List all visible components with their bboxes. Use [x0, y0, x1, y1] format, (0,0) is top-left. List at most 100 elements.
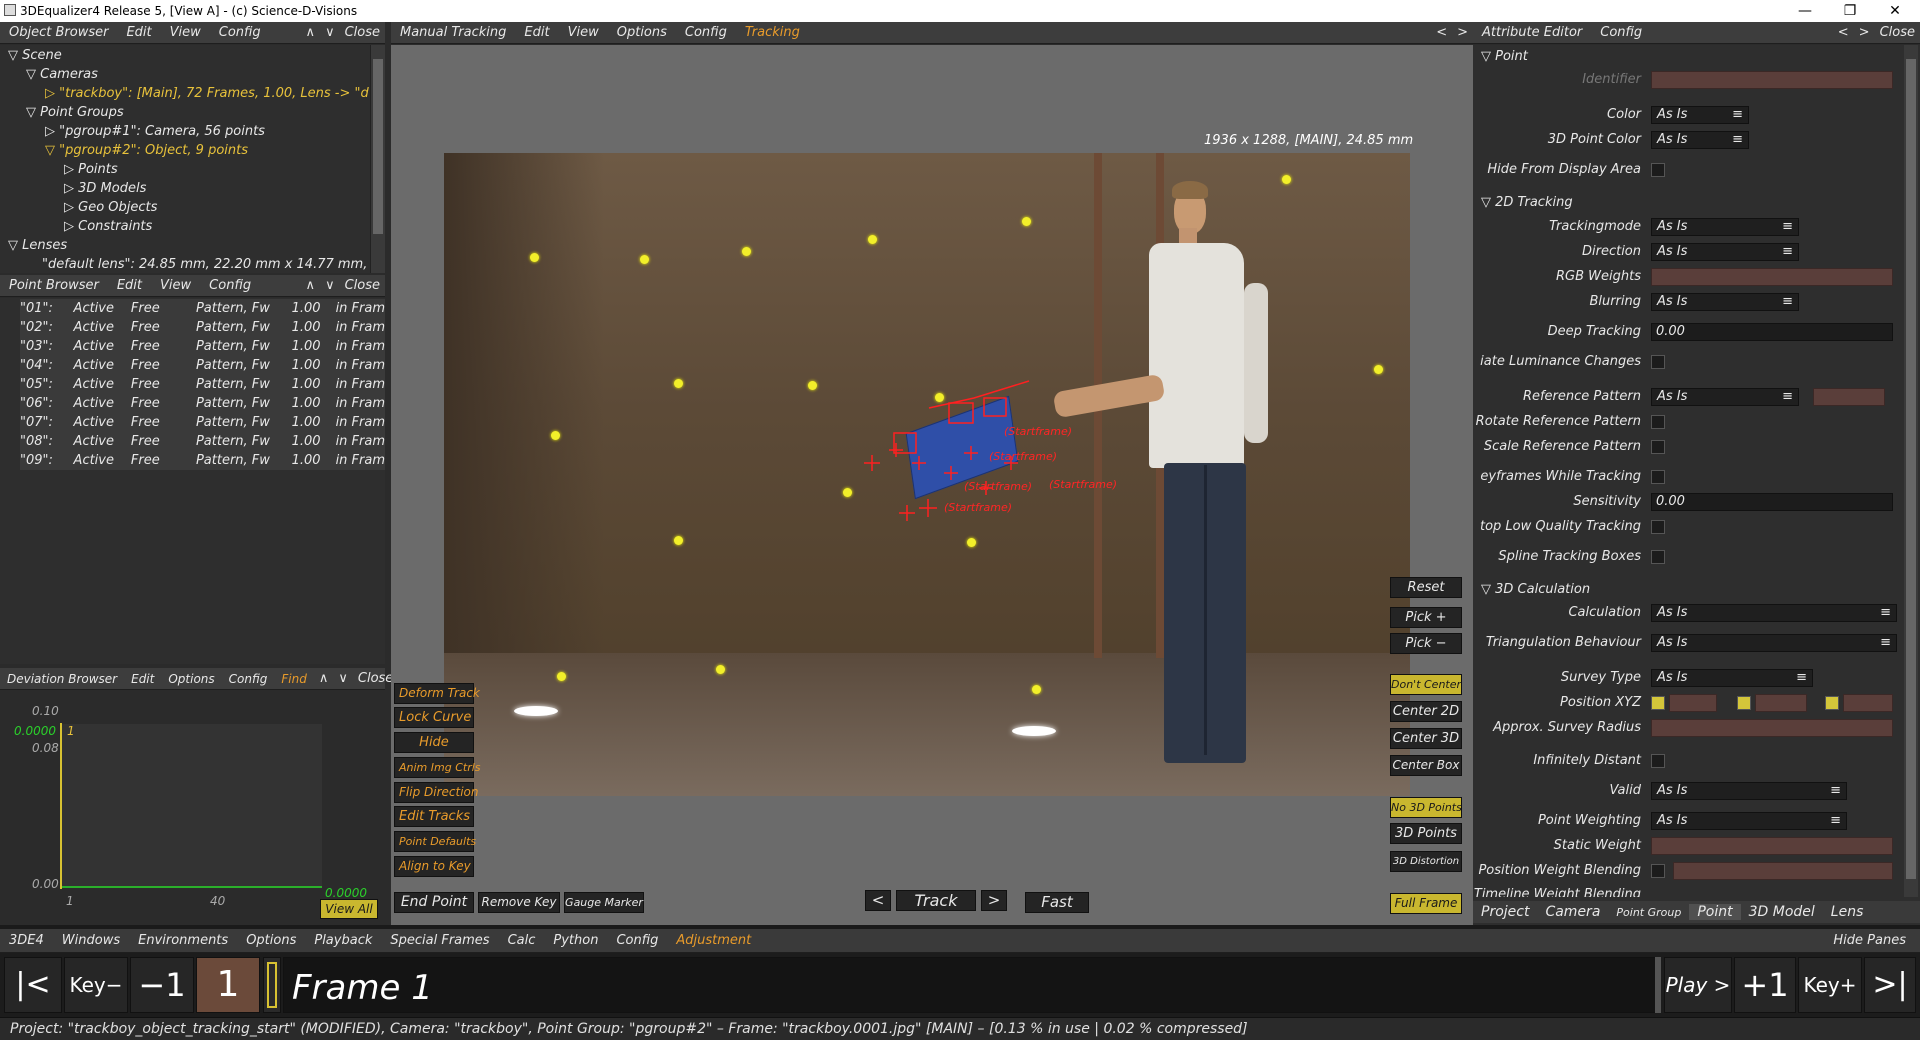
flip-direction-button[interactable]: Flip Direction [394, 782, 478, 803]
chevron-up-icon[interactable]: ∧ [301, 278, 321, 293]
spline-boxes-checkbox[interactable] [1651, 550, 1665, 564]
pick-plus-button[interactable]: Pick + [1390, 607, 1462, 628]
center-2d-button[interactable]: Center 2D [1390, 701, 1462, 722]
survey-point[interactable] [1022, 217, 1031, 226]
tree-camera-trackboy[interactable]: ▷ "trackboy": [Main], 72 Frames, 1.00, L… [0, 84, 370, 103]
menu-windows[interactable]: Windows [53, 933, 129, 948]
position-z-field[interactable] [1843, 694, 1893, 712]
menu-config[interactable]: Config [607, 933, 667, 948]
anim-img-ctrls-button[interactable]: Anim Img Ctrls [394, 757, 481, 778]
point-row[interactable]: "04": Active Free Pattern, Fw 1.00 in Fram [20, 356, 385, 375]
3d-distortion-button[interactable]: 3D Distortion [1390, 851, 1462, 872]
point-browser-config-menu[interactable]: Config [200, 278, 260, 293]
chevron-left-icon[interactable]: < [1833, 25, 1854, 40]
no-3d-points-button[interactable]: No 3D Points [1390, 797, 1462, 818]
static-weight-field[interactable] [1651, 837, 1893, 855]
deviation-find-menu[interactable]: Find [274, 672, 313, 686]
align-to-key-button[interactable]: Align to Key [394, 856, 474, 877]
identifier-field[interactable] [1651, 71, 1893, 89]
dont-center-button[interactable]: Don't Center [1390, 674, 1462, 695]
chevron-right-icon[interactable]: > [1854, 25, 1875, 40]
track-button[interactable]: Track [896, 890, 976, 911]
object-browser-title[interactable]: Object Browser [0, 25, 117, 40]
tree-3d-models[interactable]: ▷ 3D Models [0, 179, 370, 198]
play-button[interactable]: Play > [1664, 957, 1732, 1013]
timeline-scrubber[interactable]: Frame 1 [283, 957, 1658, 1013]
point-row[interactable]: "08": Active Free Pattern, Fw 1.00 in Fram [20, 432, 385, 451]
object-browser-config-menu[interactable]: Config [210, 25, 270, 40]
attribute-config-menu[interactable]: Config [1591, 25, 1651, 40]
chevron-down-icon[interactable]: ∨ [320, 25, 340, 40]
blurring-dropdown[interactable]: As Is [1651, 293, 1799, 311]
survey-point[interactable] [1374, 365, 1383, 374]
object-browser-edit-menu[interactable]: Edit [117, 25, 160, 40]
survey-point[interactable] [1032, 685, 1041, 694]
section-point[interactable]: Point [1481, 49, 1528, 64]
deviation-graph[interactable]: 0.10 0.0000 1 0.08 0.00 0.0000 1 40 View… [0, 691, 385, 923]
position-y-checkbox[interactable] [1737, 696, 1751, 710]
section-2d-tracking[interactable]: 2D Tracking [1481, 195, 1572, 210]
position-weight-checkbox[interactable] [1651, 864, 1665, 878]
survey-radius-field[interactable] [1651, 719, 1893, 737]
plus-one-button[interactable]: +1 [1734, 957, 1796, 1013]
luminance-checkbox[interactable] [1651, 355, 1665, 369]
color-dropdown[interactable]: As Is [1651, 106, 1749, 124]
infinitely-distant-checkbox[interactable] [1651, 754, 1665, 768]
tab-camera[interactable]: Camera [1537, 904, 1608, 920]
survey-point[interactable] [742, 247, 751, 256]
restore-icon[interactable]: ❐ [1830, 0, 1870, 22]
center-box-button[interactable]: Center Box [1390, 755, 1462, 776]
survey-point[interactable] [935, 393, 944, 402]
menu-adjustment[interactable]: Adjustment [667, 933, 760, 948]
survey-point[interactable] [557, 672, 566, 681]
position-y-field[interactable] [1755, 694, 1807, 712]
point-browser-view-menu[interactable]: View [151, 278, 200, 293]
chevron-up-icon[interactable]: ∧ [314, 671, 334, 686]
tree-default-lens[interactable]: "default lens": 24.85 mm, 22.20 mm x 14.… [0, 255, 370, 273]
center-3d-button[interactable]: Center 3D [1390, 728, 1462, 749]
tab-lens[interactable]: Lens [1823, 904, 1872, 920]
survey-point[interactable] [674, 536, 683, 545]
deviation-edit-menu[interactable]: Edit [124, 672, 161, 686]
chevron-up-icon[interactable]: ∧ [301, 25, 321, 40]
hide-panes-button[interactable]: Hide Panes [1828, 933, 1920, 948]
point-weighting-dropdown[interactable]: As Is [1651, 812, 1847, 830]
deviation-config-menu[interactable]: Config [222, 672, 275, 686]
position-x-checkbox[interactable] [1651, 696, 1665, 710]
gauge-marker-button[interactable]: Gauge Marker [564, 892, 644, 913]
valid-dropdown[interactable]: As Is [1651, 782, 1847, 800]
track-forward-button[interactable]: > [981, 890, 1007, 911]
keyframes-checkbox[interactable] [1651, 470, 1665, 484]
deviation-options-menu[interactable]: Options [161, 672, 221, 686]
lock-curve-button[interactable]: Lock Curve [394, 707, 474, 728]
point-row[interactable]: "03": Active Free Pattern, Fw 1.00 in Fram [20, 337, 385, 356]
tab-point-group[interactable]: Point Group [1608, 906, 1689, 919]
trackingmode-dropdown[interactable]: As Is [1651, 218, 1799, 236]
viewport-view-menu[interactable]: View [559, 25, 608, 40]
tree-points[interactable]: ▷ Points [0, 160, 370, 179]
menu-options[interactable]: Options [237, 933, 305, 948]
viewport-config-menu[interactable]: Config [676, 25, 736, 40]
reset-button[interactable]: Reset [1390, 577, 1462, 598]
hide-display-checkbox[interactable] [1651, 163, 1665, 177]
point-browser-close[interactable]: Close [340, 278, 385, 293]
point-row[interactable]: "05": Active Free Pattern, Fw 1.00 in Fram [20, 375, 385, 394]
reference-pattern-dropdown[interactable]: As Is [1651, 388, 1799, 406]
point-browser-edit-menu[interactable]: Edit [108, 278, 151, 293]
tree-scene[interactable]: ▽ Scene [0, 46, 370, 65]
point-row[interactable]: "01": Active Free Pattern, Fw 1.00 in Fram [20, 299, 385, 318]
tree-constraints[interactable]: ▷ Constraints [0, 217, 370, 236]
rgb-weights-field[interactable] [1651, 268, 1893, 286]
deep-tracking-slider[interactable]: 0.00 [1651, 323, 1893, 341]
tree-cameras[interactable]: ▽ Cameras [0, 65, 370, 84]
point-row[interactable]: "06": Active Free Pattern, Fw 1.00 in Fram [20, 394, 385, 413]
survey-point[interactable] [868, 235, 877, 244]
tracking-menu[interactable]: Tracking [736, 25, 809, 40]
position-x-field[interactable] [1669, 694, 1717, 712]
position-weight-field[interactable] [1673, 862, 1893, 880]
section-3d-calculation[interactable]: 3D Calculation [1481, 582, 1590, 597]
point-row[interactable]: "02": Active Free Pattern, Fw 1.00 in Fram [20, 318, 385, 337]
menu-playback[interactable]: Playback [305, 933, 381, 948]
survey-point[interactable] [843, 488, 852, 497]
tree-geo-objects[interactable]: ▷ Geo Objects [0, 198, 370, 217]
